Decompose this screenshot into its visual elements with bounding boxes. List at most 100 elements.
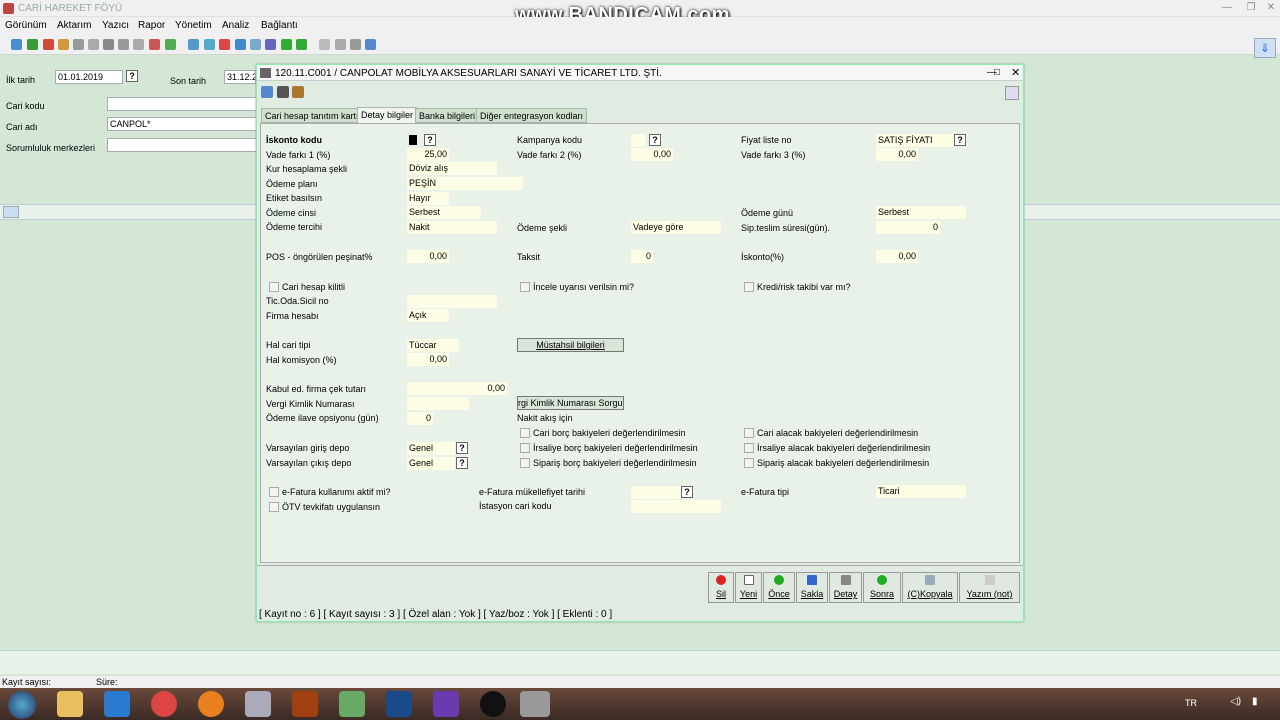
kampanya-lookup-button[interactable]: ?: [649, 134, 661, 146]
chrome-icon[interactable]: [151, 691, 177, 717]
efatura-mukellef-lookup-button[interactable]: ?: [681, 486, 693, 498]
settings-icon[interactable]: [1005, 86, 1019, 100]
back-icon[interactable]: [281, 39, 292, 50]
explorer-icon[interactable]: [57, 691, 83, 717]
help-icon[interactable]: [261, 86, 273, 98]
taksit-input[interactable]: 0: [631, 250, 653, 263]
tool-icon[interactable]: [335, 39, 346, 50]
kredi-checkbox[interactable]: [744, 282, 754, 292]
tab-banka[interactable]: Banka bilgileri: [415, 108, 480, 123]
grid-settings-icon[interactable]: [3, 206, 19, 218]
cikis-depo-input[interactable]: Genel: [407, 457, 455, 470]
tool-icon[interactable]: [350, 39, 361, 50]
otv-checkbox[interactable]: [269, 502, 279, 512]
next-icon[interactable]: [296, 39, 307, 50]
tic-oda-input[interactable]: [407, 295, 497, 308]
menu-baglanti[interactable]: Bağlantı: [261, 20, 298, 31]
tool-icon[interactable]: [133, 39, 144, 50]
cari-kodu-input[interactable]: [107, 97, 257, 111]
fiyat-input[interactable]: SATIŞ FİYATI: [876, 134, 954, 147]
tool-icon[interactable]: [149, 39, 160, 50]
visualstudio-icon[interactable]: [433, 691, 459, 717]
photoshop-icon[interactable]: [386, 691, 412, 717]
forward-icon[interactable]: [27, 39, 38, 50]
tool-icon[interactable]: [204, 39, 215, 50]
incele-checkbox[interactable]: [520, 282, 530, 292]
sorumluluk-input[interactable]: [107, 138, 257, 152]
istasyon-input[interactable]: [631, 500, 721, 513]
network-icon[interactable]: ▮: [1252, 696, 1258, 707]
menu-analiz[interactable]: Analiz: [222, 20, 249, 31]
sort-icon[interactable]: [73, 39, 84, 50]
odeme-gunu-input[interactable]: Serbest: [876, 206, 966, 219]
down-arrow-icon[interactable]: ⇓: [1254, 38, 1276, 58]
close-icon[interactable]: ✕: [1264, 2, 1278, 14]
menu-gorunum[interactable]: Görünüm: [5, 20, 47, 31]
yeni-button[interactable]: Yeni: [735, 572, 762, 603]
tool-icon[interactable]: [235, 39, 246, 50]
efatura-aktif-checkbox[interactable]: [269, 487, 279, 497]
filter-icon[interactable]: [88, 39, 99, 50]
bridge-icon[interactable]: [292, 691, 318, 717]
close-icon[interactable]: ✕: [1011, 66, 1020, 79]
vkn-input[interactable]: [407, 397, 469, 410]
cikis-depo-lookup-button[interactable]: ?: [456, 457, 468, 469]
odeme-cinsi-input[interactable]: Serbest: [407, 206, 481, 219]
irsaliye-alacak-checkbox[interactable]: [744, 443, 754, 453]
odeme-tercihi-input[interactable]: Nakit: [407, 221, 497, 234]
language-indicator[interactable]: TR: [1185, 698, 1197, 708]
iskonto-kodu-input[interactable]: [409, 135, 417, 145]
tab-diger[interactable]: Diğer entegrasyon kodları: [476, 108, 588, 123]
mustahsil-button[interactable]: Müstahsil bilgileri: [517, 338, 624, 352]
vade3-input[interactable]: 0,00: [876, 148, 918, 161]
menu-aktarim[interactable]: Aktarım: [57, 20, 91, 31]
app-icon[interactable]: [339, 691, 365, 717]
odeme-sekli-input[interactable]: Vadeye göre: [631, 221, 721, 234]
menu-yazici[interactable]: Yazıcı: [102, 20, 129, 31]
sip-input[interactable]: 0: [876, 221, 940, 234]
export-icon[interactable]: [292, 86, 304, 98]
fiyat-lookup-button[interactable]: ?: [954, 134, 966, 146]
vade1-input[interactable]: 25,00: [407, 148, 449, 161]
kur-input[interactable]: Döviz alış: [407, 162, 497, 175]
iskonto-pct-input[interactable]: 0,00: [876, 250, 918, 263]
tool-icon[interactable]: [219, 39, 230, 50]
efatura-tipi-input[interactable]: Ticari: [876, 485, 966, 498]
cari-adi-input[interactable]: CANPOL*: [107, 117, 257, 131]
tool-icon[interactable]: [165, 39, 176, 50]
etiket-input[interactable]: Hayır: [407, 192, 449, 205]
tool-icon[interactable]: [188, 39, 199, 50]
giris-depo-lookup-button[interactable]: ?: [456, 442, 468, 454]
kabul-input[interactable]: 0,00: [407, 382, 507, 395]
giris-depo-input[interactable]: Genel: [407, 442, 455, 455]
cari-kilitli-checkbox[interactable]: [269, 282, 279, 292]
ilave-input[interactable]: 0: [407, 412, 433, 425]
vkn-sorgula-button[interactable]: rgi Kimlik Numarası Sorgular: [517, 396, 624, 410]
tool-icon[interactable]: [103, 39, 114, 50]
sonra-button[interactable]: Sonra: [863, 572, 901, 603]
hal-cari-input[interactable]: Tüccar: [407, 339, 459, 352]
stop-icon[interactable]: [43, 39, 54, 50]
start-button[interactable]: [8, 691, 36, 719]
cari-borc-checkbox[interactable]: [520, 428, 530, 438]
once-button[interactable]: Önce: [763, 572, 795, 603]
grid-icon[interactable]: [58, 39, 69, 50]
kampanya-input[interactable]: [631, 134, 645, 147]
sil-button[interactable]: Sil: [708, 572, 734, 603]
ie-icon[interactable]: [104, 691, 130, 717]
maximize-icon[interactable]: □: [994, 67, 1000, 78]
hal-kom-input[interactable]: 0,00: [407, 353, 449, 366]
pos-input[interactable]: 0,00: [407, 250, 449, 263]
firma-hesabi-input[interactable]: Açık: [407, 309, 449, 322]
irsaliye-borc-checkbox[interactable]: [520, 443, 530, 453]
vade2-input[interactable]: 0,00: [631, 148, 673, 161]
maximize-icon[interactable]: ❐: [1244, 2, 1258, 14]
siparis-borc-checkbox[interactable]: [520, 458, 530, 468]
volume-icon[interactable]: ◁): [1230, 696, 1241, 707]
cari-alacak-checkbox[interactable]: [744, 428, 754, 438]
efatura-mukellef-input[interactable]: [631, 486, 681, 499]
tool-icon[interactable]: [118, 39, 129, 50]
tab-cari-hesap[interactable]: Cari hesap tanıtım kartı: [261, 108, 363, 123]
siparis-alacak-checkbox[interactable]: [744, 458, 754, 468]
ilk-tarih-input[interactable]: 01.01.2019: [55, 70, 123, 84]
